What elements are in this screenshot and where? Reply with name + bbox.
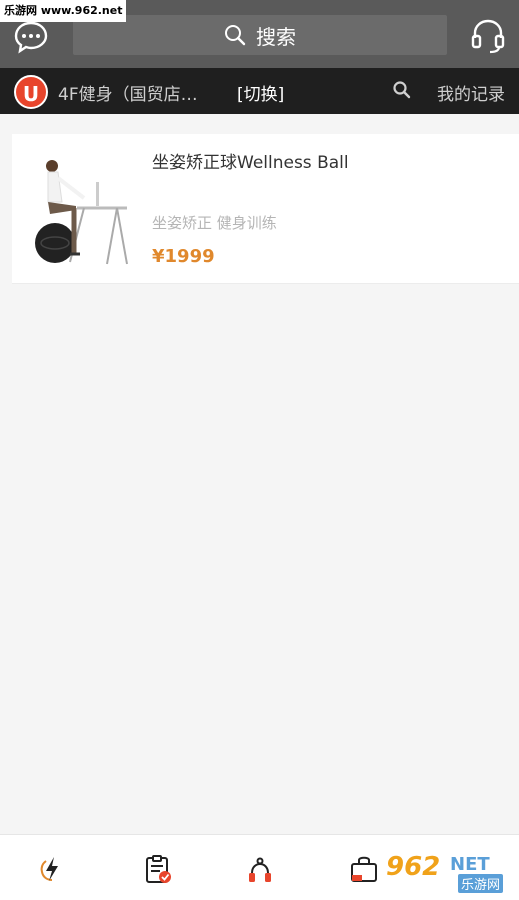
headset-icon[interactable] [471, 18, 505, 54]
search-icon[interactable] [392, 80, 412, 100]
store-logo: U [14, 75, 48, 109]
jump-rope-icon[interactable] [244, 853, 276, 885]
switch-store-button[interactable]: [切换] [237, 80, 284, 105]
store-name: 4F健身（国贸店… [58, 85, 198, 105]
chat-bubble-icon[interactable] [14, 20, 48, 54]
product-image [22, 144, 132, 274]
watermark-number: 962 [386, 852, 441, 882]
shopping-bag-icon[interactable] [348, 853, 380, 885]
product-price: ¥1999 [152, 246, 215, 267]
watermark-text: 乐游网 www.962.net [0, 0, 127, 22]
search-bar[interactable]: 搜索 [73, 15, 447, 55]
product-title: 坐姿矫正球Wellness Ball [152, 153, 349, 173]
clipboard-check-icon[interactable] [142, 853, 174, 885]
my-records-link[interactable]: 我的记录 [437, 80, 505, 105]
watermark-logo: 962 NET 乐游网 [380, 850, 512, 894]
product-tags: 坐姿矫正 健身训练 [152, 214, 277, 232]
watermark-cn: 乐游网 [458, 874, 504, 893]
search-label: 搜索 [256, 24, 296, 49]
store-bar: U 4F健身（国贸店… [切换] 我的记录 [0, 68, 519, 114]
lightning-icon[interactable] [36, 853, 68, 885]
product-card[interactable]: 坐姿矫正球Wellness Ball 坐姿矫正 健身训练 ¥1999 [12, 134, 519, 284]
watermark-net: NET [450, 854, 490, 875]
search-icon [225, 25, 246, 46]
